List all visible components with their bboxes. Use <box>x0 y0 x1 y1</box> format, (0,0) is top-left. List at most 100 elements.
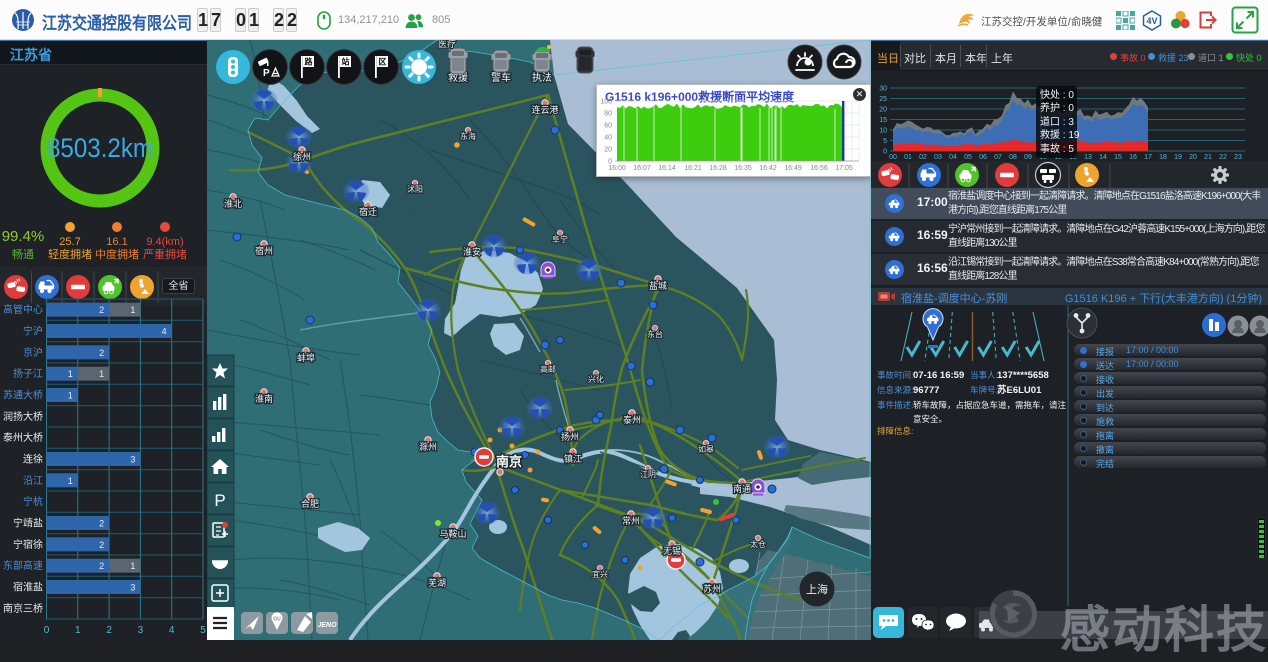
svg-text:3: 3 <box>130 583 135 593</box>
svg-text:高邮: 高邮 <box>540 364 556 374</box>
svg-text:南通: 南通 <box>733 483 751 494</box>
svg-text:14: 14 <box>1099 154 1107 161</box>
svg-text:3: 3 <box>138 625 144 636</box>
svg-text:连徐: 连徐 <box>23 453 43 466</box>
svg-text:40: 40 <box>604 135 612 142</box>
svg-text:轿车故障，占据应急车道，需拖车，请注: 轿车故障，占据应急车道，需拖车，请注 <box>913 400 1067 410</box>
svg-text:07: 07 <box>994 154 1002 161</box>
svg-text:无锡: 无锡 <box>663 546 681 556</box>
svg-text:合肥: 合肥 <box>301 498 319 509</box>
svg-text:轻度拥堵: 轻度拥堵 <box>48 247 92 261</box>
svg-text:20: 20 <box>1189 154 1197 161</box>
svg-text:1: 1 <box>99 369 104 379</box>
svg-text:盐城: 盐城 <box>649 280 667 291</box>
svg-text:03: 03 <box>934 154 942 161</box>
svg-text:JENO: JENO <box>317 622 337 629</box>
svg-text:21: 21 <box>1204 154 1212 161</box>
svg-text:镇江: 镇江 <box>564 453 582 464</box>
svg-text:3: 3 <box>130 455 135 465</box>
svg-text:4: 4 <box>169 625 175 636</box>
svg-text:排障信息:: 排障信息: <box>877 426 913 436</box>
svg-text:滁州: 滁州 <box>419 442 437 452</box>
svg-text:蚌埠: 蚌埠 <box>297 352 315 363</box>
svg-text:30: 30 <box>879 86 887 93</box>
svg-text:00: 00 <box>889 154 897 161</box>
svg-text:淮北: 淮北 <box>224 199 242 209</box>
svg-text:20: 20 <box>604 147 612 154</box>
svg-text:警车: 警车 <box>491 71 511 84</box>
svg-text:08: 08 <box>1009 154 1017 161</box>
svg-text:沭阳: 沭阳 <box>407 184 423 194</box>
svg-text:05: 05 <box>964 154 972 161</box>
svg-text:1: 1 <box>68 369 73 379</box>
svg-text:16.1: 16.1 <box>106 236 127 248</box>
svg-text:江阴: 江阴 <box>640 470 656 479</box>
svg-text:16:07: 16:07 <box>633 165 651 172</box>
svg-text:苏州: 苏州 <box>703 583 721 594</box>
svg-text:18: 18 <box>1159 154 1167 161</box>
svg-text:扬州: 扬州 <box>561 431 579 442</box>
svg-text:畅通: 畅通 <box>12 247 34 261</box>
svg-text:16:21: 16:21 <box>684 165 702 172</box>
svg-text:宿迁: 宿迁 <box>359 206 377 217</box>
svg-text:东部高速: 东部高速 <box>3 559 43 572</box>
svg-text:P: P <box>263 68 270 79</box>
svg-text:5: 5 <box>200 625 206 636</box>
svg-text:16:00: 16:00 <box>608 165 626 172</box>
svg-text:宿州: 宿州 <box>255 245 273 256</box>
svg-text:宁靖盐: 宁靖盐 <box>13 517 43 530</box>
svg-text:13: 13 <box>1084 154 1092 161</box>
svg-text:16:35: 16:35 <box>734 165 752 172</box>
svg-text:9.4(km): 9.4(km) <box>146 236 183 248</box>
svg-text:南京三桥: 南京三桥 <box>3 602 43 615</box>
svg-text:事件描述:: 事件描述: <box>877 400 913 410</box>
svg-text:07-16 16:59: 07-16 16:59 <box>913 370 964 381</box>
svg-text:上海: 上海 <box>806 582 828 596</box>
svg-text:GU: GU <box>273 617 281 623</box>
svg-text:04: 04 <box>949 154 957 161</box>
svg-text:事故时间:: 事故时间: <box>877 370 913 380</box>
svg-text:1: 1 <box>130 305 135 315</box>
svg-text:06: 06 <box>979 154 987 161</box>
svg-text:15: 15 <box>879 117 887 124</box>
svg-text:南京: 南京 <box>496 454 522 469</box>
svg-text:执法: 执法 <box>532 71 552 84</box>
svg-text:25.7: 25.7 <box>59 236 80 248</box>
svg-text:2: 2 <box>99 348 104 358</box>
svg-text:东海: 东海 <box>460 131 476 141</box>
svg-text:如皋: 如皋 <box>698 444 714 454</box>
svg-text:1: 1 <box>68 391 73 401</box>
svg-text:润扬大桥: 润扬大桥 <box>3 410 43 423</box>
svg-text:100: 100 <box>600 99 612 106</box>
svg-text:太仓: 太仓 <box>750 539 766 549</box>
svg-text:常州: 常州 <box>622 515 640 526</box>
svg-text:当事人:: 当事人: <box>970 370 998 380</box>
svg-text:沿江: 沿江 <box>23 475 43 487</box>
svg-text:马鞍山: 马鞍山 <box>439 528 466 539</box>
svg-text:2: 2 <box>99 561 104 571</box>
svg-text:02: 02 <box>919 154 927 161</box>
svg-text:高管中心: 高管中心 <box>3 303 43 316</box>
svg-text:16:49: 16:49 <box>784 165 802 172</box>
svg-text:淮南: 淮南 <box>255 393 273 404</box>
svg-text:信息来源:: 信息来源: <box>877 385 913 395</box>
svg-text:25: 25 <box>879 96 887 103</box>
svg-text:苏通大桥: 苏通大桥 <box>3 389 43 402</box>
svg-text:16:28: 16:28 <box>709 165 727 172</box>
svg-text:宁宿徐: 宁宿徐 <box>13 538 43 551</box>
svg-text:20: 20 <box>879 107 887 114</box>
svg-text:站: 站 <box>342 57 350 67</box>
svg-text:8503.2km: 8503.2km <box>47 133 153 163</box>
svg-text:22: 22 <box>1219 154 1227 161</box>
svg-text:严重拥堵: 严重拥堵 <box>143 247 187 261</box>
svg-text:17:05: 17:05 <box>835 165 853 172</box>
svg-text:19: 19 <box>1174 154 1182 161</box>
svg-text:泰州: 泰州 <box>623 414 641 425</box>
svg-text:阜宁: 阜宁 <box>552 234 568 244</box>
svg-text:1: 1 <box>68 476 73 486</box>
svg-text:苏E6LU01: 苏E6LU01 <box>997 384 1042 396</box>
svg-text:宜兴: 宜兴 <box>592 569 608 579</box>
svg-text:2: 2 <box>99 305 104 315</box>
svg-text:10: 10 <box>879 128 887 135</box>
svg-text:4: 4 <box>162 327 167 337</box>
